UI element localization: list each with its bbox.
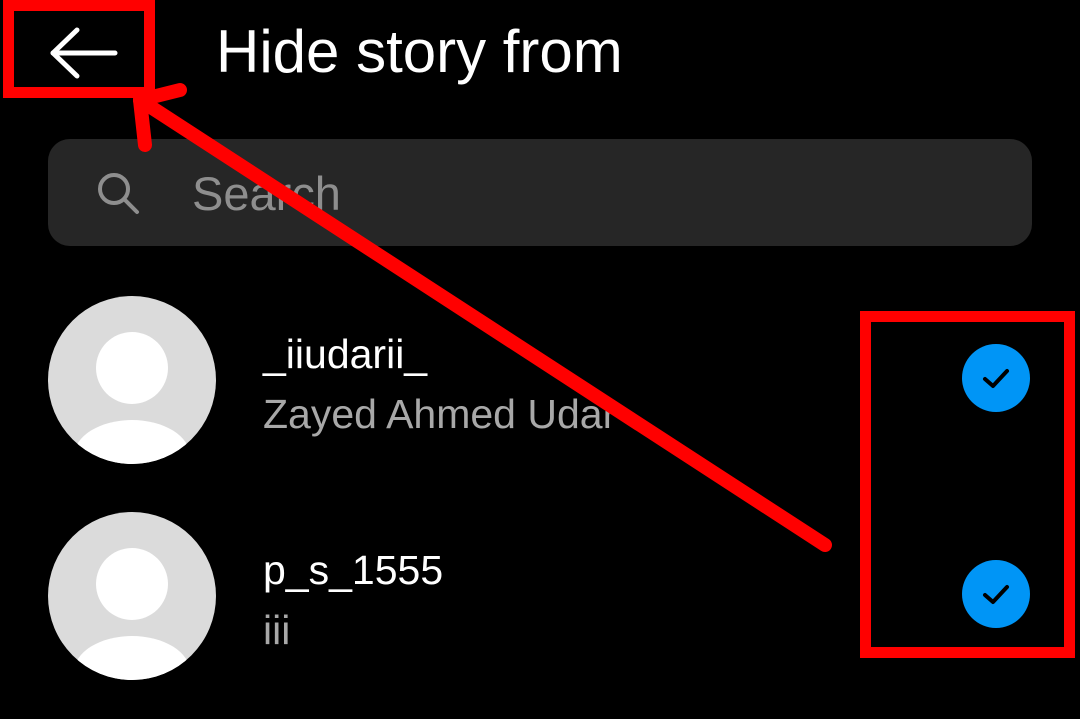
app-header: Hide story from [0, 0, 1080, 110]
arrow-left-icon [50, 27, 118, 79]
selected-checkbox[interactable] [962, 344, 1030, 412]
default-avatar-icon [74, 332, 190, 464]
username: p_s_1555 [263, 547, 444, 593]
checkmark-icon [983, 369, 1009, 388]
user-list-item[interactable]: p_s_1555 iii [0, 508, 1080, 684]
default-avatar-icon [74, 548, 190, 680]
search-icon [98, 173, 139, 214]
user-list-item[interactable]: _iiudarii_ Zayed Ahmed Udar [0, 292, 1080, 468]
search-bar[interactable] [48, 139, 1032, 246]
back-button[interactable] [38, 18, 130, 88]
avatar [48, 512, 216, 680]
selected-checkbox[interactable] [962, 560, 1030, 628]
username: _iiudarii_ [263, 331, 428, 377]
full-name: iii [263, 607, 291, 653]
search-input[interactable] [192, 161, 992, 225]
checkmark-icon [983, 585, 1009, 604]
full-name: Zayed Ahmed Udar [263, 391, 617, 437]
page-title: Hide story from [216, 18, 623, 85]
avatar [48, 296, 216, 464]
